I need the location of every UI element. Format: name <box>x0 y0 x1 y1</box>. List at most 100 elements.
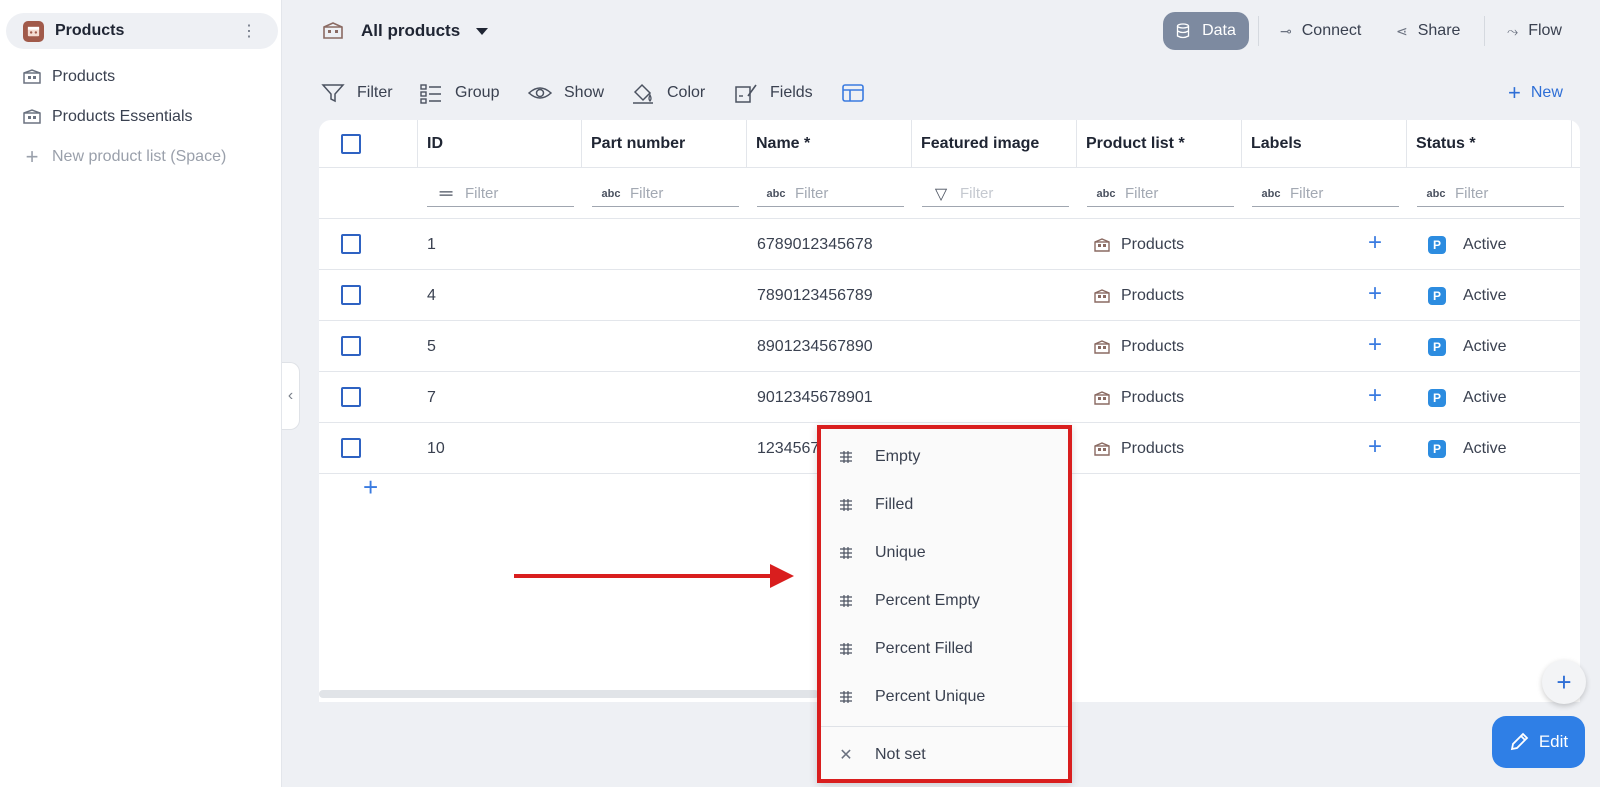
add-label-button[interactable]: + <box>1368 382 1382 410</box>
pencil-icon <box>1510 732 1529 751</box>
column-label: Status * <box>1416 135 1476 152</box>
menu-item-filled[interactable]: Filled <box>821 483 1068 527</box>
filter-placeholder: Filter <box>465 185 499 202</box>
view-selector[interactable]: All products <box>322 17 489 45</box>
add-label-button[interactable]: + <box>1368 433 1382 461</box>
filter-input-status[interactable]: abc Filter <box>1417 181 1564 207</box>
share-label: Share <box>1417 22 1461 39</box>
text-type-icon: abc <box>766 187 786 200</box>
column-label: Name * <box>756 135 811 152</box>
cell-name: 9012345678901 <box>757 388 873 406</box>
filter-placeholder: Filter <box>1290 185 1324 202</box>
status-value: Active <box>1463 439 1507 457</box>
share-icon: ⋖ <box>1396 22 1408 39</box>
column-header-featured-image[interactable]: Featured image <box>912 120 1077 168</box>
sidebar-item-products-essentials[interactable]: Products Essentials <box>22 105 193 129</box>
menu-item-percent-empty[interactable]: Percent Empty <box>821 579 1068 623</box>
row-checkbox[interactable] <box>341 285 361 305</box>
table-header: ID Part number Name * Featured image Pro… <box>319 120 1580 168</box>
data-tab-button[interactable]: Data <box>1163 12 1249 50</box>
plus-icon: + <box>1556 666 1572 697</box>
menu-item-label: Not set <box>875 746 926 763</box>
connect-tab-button[interactable]: ⊸ Connect <box>1280 19 1361 43</box>
filter-input-product-list[interactable]: abc Filter <box>1087 181 1234 207</box>
add-label-button[interactable]: + <box>1368 229 1382 257</box>
filter-input-id[interactable]: ═ Filter <box>427 181 574 207</box>
add-label-button[interactable]: + <box>1368 280 1382 308</box>
annotation-arrow-head <box>770 564 794 588</box>
flow-tab-button[interactable]: ⤳ Flow <box>1507 19 1562 43</box>
select-all-checkbox[interactable] <box>341 134 361 154</box>
sigma-icon <box>835 449 857 465</box>
cell-id: 7 <box>427 388 436 406</box>
paint-bucket-icon <box>633 83 653 104</box>
column-header-part-number[interactable]: Part number <box>582 120 747 168</box>
color-label: Color <box>667 84 706 101</box>
column-header-status[interactable]: Status * <box>1407 120 1572 168</box>
color-button[interactable]: Color <box>631 80 705 106</box>
cell-name: 1234567 <box>757 439 820 457</box>
space-title: Products <box>55 22 125 39</box>
status-value: Active <box>1463 388 1507 406</box>
filter-button[interactable]: Filter <box>321 80 393 106</box>
row-checkbox[interactable] <box>341 234 361 254</box>
status-value: Active <box>1463 337 1507 355</box>
add-field-button[interactable]: + <box>1542 660 1586 704</box>
filter-input-part-number[interactable]: abc Filter <box>592 181 739 207</box>
product-list-icon <box>1094 288 1110 303</box>
menu-item-not-set[interactable]: ✕ Not set <box>821 733 1068 777</box>
cell-status: P Active <box>1428 270 1507 321</box>
table-row[interactable]: 1 6789012345678 Products + P Active <box>319 219 1580 270</box>
summary-dropdown-menu: Empty Filled Unique Percent Empty Percen… <box>817 425 1072 783</box>
sidebar-item-products[interactable]: Products <box>22 65 115 89</box>
column-label: Featured image <box>921 135 1040 152</box>
show-button[interactable]: Show <box>528 80 604 106</box>
filter-label: Filter <box>357 84 393 101</box>
new-product-list-button[interactable]: + New product list (Space) <box>22 145 227 169</box>
collapse-sidebar-button[interactable]: ‹ <box>282 362 300 430</box>
cell-status: P Active <box>1428 321 1507 372</box>
filter-row: ═ Filter abc Filter abc Filter ▽ Filter abc F… <box>319 168 1580 219</box>
table-row[interactable]: 4 7890123456789 Products + P Active <box>319 270 1580 321</box>
filter-placeholder: Filter <box>795 185 829 202</box>
filter-input-featured-image[interactable]: ▽ Filter <box>922 181 1069 207</box>
horizontal-scrollbar[interactable] <box>319 690 819 698</box>
product-list-value: Products <box>1121 337 1185 355</box>
filter-input-labels[interactable]: abc Filter <box>1252 181 1399 207</box>
menu-item-percent-unique[interactable]: Percent Unique <box>821 675 1068 719</box>
menu-item-unique[interactable]: Unique <box>821 531 1068 575</box>
add-label-button[interactable]: + <box>1368 331 1382 359</box>
connect-icon: ⊸ <box>1280 22 1292 39</box>
column-header-id[interactable]: ID <box>417 120 582 168</box>
column-header-labels[interactable]: Labels <box>1242 120 1407 168</box>
text-type-icon: abc <box>1096 187 1116 200</box>
sidebar: Products ⋮ Products Products Essentials … <box>0 0 282 787</box>
menu-item-empty[interactable]: Empty <box>821 435 1068 479</box>
new-record-button[interactable]: + New <box>1508 80 1563 106</box>
cell-id: 1 <box>427 235 436 253</box>
sigma-icon <box>835 689 857 705</box>
cell-id: 5 <box>427 337 436 355</box>
chevron-down-icon <box>476 27 489 35</box>
group-button[interactable]: Group <box>419 80 499 106</box>
layout-toggle-button[interactable] <box>840 80 866 106</box>
space-header[interactable]: Products ⋮ <box>6 13 278 49</box>
menu-item-percent-filled[interactable]: Percent Filled <box>821 627 1068 671</box>
row-checkbox[interactable] <box>341 387 361 407</box>
table-row[interactable]: 7 9012345678901 Products + P Active <box>319 372 1580 423</box>
row-checkbox[interactable] <box>341 438 361 458</box>
more-vertical-icon[interactable]: ⋮ <box>241 21 257 41</box>
edit-button[interactable]: Edit <box>1492 716 1585 768</box>
add-row-button[interactable]: + <box>363 472 378 503</box>
table-row[interactable]: 5 8901234567890 Products + P Active <box>319 321 1580 372</box>
filter-input-name[interactable]: abc Filter <box>757 181 904 207</box>
cell-product-list: Products <box>1093 423 1184 474</box>
share-tab-button[interactable]: ⋖ Share <box>1396 19 1460 43</box>
fields-button[interactable]: Fields <box>734 80 813 106</box>
cell-status: P Active <box>1428 372 1507 423</box>
column-header-product-list[interactable]: Product list * <box>1077 120 1242 168</box>
menu-item-label: Unique <box>875 544 926 561</box>
database-icon <box>1176 23 1190 39</box>
column-header-name[interactable]: Name * <box>747 120 912 168</box>
row-checkbox[interactable] <box>341 336 361 356</box>
